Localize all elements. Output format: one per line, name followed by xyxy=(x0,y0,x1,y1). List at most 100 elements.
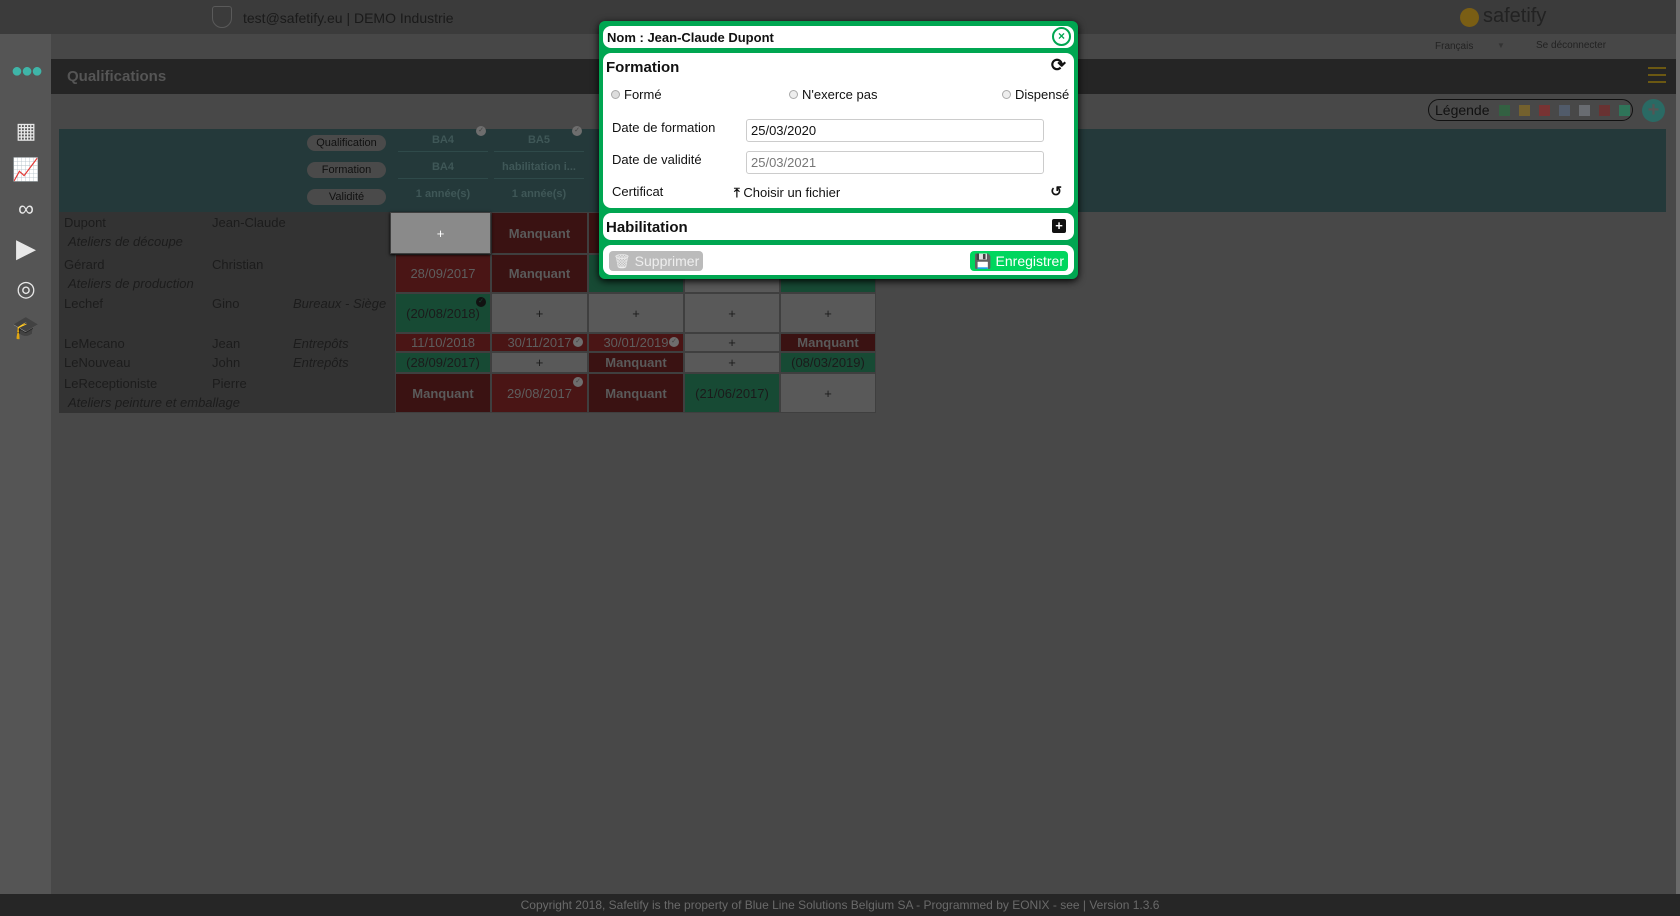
validite-label: Validité xyxy=(307,189,386,205)
radio-nexerce-pas[interactable]: N'exerce pas xyxy=(789,87,877,102)
date-formation-input[interactable]: 25/03/2020 xyxy=(746,119,1044,142)
shield-logo-icon xyxy=(212,6,232,28)
radio-dispense[interactable]: Dispensé xyxy=(1002,87,1069,102)
trash-icon: 🗑 xyxy=(613,253,631,269)
qualification-cell[interactable]: + xyxy=(390,212,491,254)
chevron-down-icon[interactable]: ▼ xyxy=(1497,41,1505,50)
qualification-cell[interactable]: + xyxy=(684,333,780,352)
formation-section: Formation ⟳ Formé N'exerce pas Dispensé … xyxy=(603,53,1074,208)
footer: Copyright 2018, Safetify is the property… xyxy=(0,894,1680,916)
hamburger-menu-icon[interactable] xyxy=(1648,67,1666,83)
formation-label: Formation xyxy=(307,162,386,178)
qualification-cell[interactable]: (20/08/2018) ✓ xyxy=(395,293,491,333)
qualification-cell[interactable]: Manquant xyxy=(491,212,588,254)
cell-value: 29/08/2017 xyxy=(506,385,573,401)
table-row: Dupont Jean-Claude Ateliers de découpe xyxy=(59,212,395,254)
language-select[interactable]: Français xyxy=(1435,41,1473,52)
binoculars-icon[interactable]: ∞ xyxy=(12,195,40,223)
row-last: LeMecano xyxy=(64,336,125,351)
scrollbar[interactable] xyxy=(1676,0,1680,894)
qualification-cell[interactable]: + xyxy=(684,352,780,373)
modal-title: Nom : Jean-Claude Dupont xyxy=(607,30,774,45)
column-qualification: BA5 xyxy=(494,130,584,152)
column-qualification: BA4 xyxy=(398,130,488,152)
history-icon[interactable]: ↺ xyxy=(1050,183,1062,200)
cell-value: Manquant xyxy=(797,335,859,350)
date-validite-input[interactable]: 25/03/2021 xyxy=(746,151,1044,174)
upload-file-button[interactable]: ⤒ Choisir un fichier xyxy=(734,185,840,201)
cell-value: + xyxy=(535,355,544,370)
cell-value: + xyxy=(436,225,445,241)
plus-square-icon[interactable]: + xyxy=(1052,219,1066,233)
qualification-cell[interactable]: 30/01/2019 ✓ xyxy=(588,333,684,352)
brand-logo-icon xyxy=(1460,8,1479,27)
save-button[interactable]: 💾 Enregistrer xyxy=(970,251,1068,271)
qualification-cell[interactable]: + xyxy=(588,293,684,333)
qualification-cell[interactable]: 29/08/2017 ✓ xyxy=(491,373,588,413)
column-validite: 1 année(s) xyxy=(415,188,471,200)
legend-swatch xyxy=(1598,104,1610,116)
qualification-cell[interactable]: + xyxy=(780,293,876,333)
qualification-modal: Nom : Jean-Claude Dupont × Formation ⟳ F… xyxy=(599,21,1078,279)
qualification-cell[interactable]: (21/06/2017) xyxy=(684,373,780,413)
row-first: Pierre xyxy=(212,376,247,391)
buildings-icon[interactable]: ▦ xyxy=(12,117,40,145)
legend-swatch xyxy=(1558,104,1570,116)
add-button[interactable]: + xyxy=(1642,99,1665,122)
row-last: Gérard xyxy=(64,257,105,272)
delete-button[interactable]: 🗑 Supprimer xyxy=(609,251,704,271)
qualification-cell[interactable]: + xyxy=(780,373,876,413)
cell-value: (08/03/2019) xyxy=(791,355,865,370)
formation-title: Formation xyxy=(606,59,680,76)
column-validite: 1 année(s) xyxy=(511,188,567,200)
qualification-cell[interactable]: Manquant xyxy=(395,373,491,413)
cell-value: Manquant xyxy=(412,385,474,401)
legend-swatch xyxy=(1578,104,1590,116)
refresh-icon[interactable]: ⟳ xyxy=(1051,55,1066,76)
row-last: Dupont xyxy=(64,215,106,230)
legend-swatch xyxy=(1498,104,1510,116)
graduation-cap-icon[interactable]: 🎓 xyxy=(12,314,40,342)
qualification-cell[interactable]: Manquant xyxy=(780,333,876,352)
more-icon[interactable]: ●●● xyxy=(11,57,43,85)
logout-link[interactable]: Se déconnecter xyxy=(1536,40,1606,51)
table-row: Gérard Christian Ateliers de production xyxy=(59,254,395,293)
legend-label: Légende xyxy=(1435,102,1490,118)
check-icon: ✓ xyxy=(476,297,486,307)
row-first: Jean xyxy=(212,336,241,351)
qualification-cell[interactable]: + xyxy=(684,293,780,333)
qualification-cell[interactable]: 28/09/2017 xyxy=(395,254,491,293)
column-formation: BA4 xyxy=(398,157,488,179)
cell-value: + xyxy=(728,355,736,370)
check-icon: ✓ xyxy=(573,337,583,347)
target-icon[interactable]: ◎ xyxy=(12,275,40,303)
qualification-cell[interactable]: + xyxy=(491,352,588,373)
qualification-cell[interactable]: 30/11/2017 ✓ xyxy=(491,333,588,352)
qualification-cell[interactable]: Manquant xyxy=(588,373,684,413)
qualification-cell[interactable]: (28/09/2017) xyxy=(395,352,491,373)
qualification-cell[interactable]: Manquant xyxy=(491,254,588,293)
chart-icon[interactable]: 📈 xyxy=(12,156,40,184)
qualification-cell[interactable]: + xyxy=(491,293,588,333)
legend: Légende xyxy=(1428,99,1633,121)
qualification-cell[interactable]: Manquant xyxy=(588,352,684,373)
legend-swatch xyxy=(1518,104,1530,116)
cell-value: Manquant xyxy=(508,266,571,281)
account-label: test@safetify.eu | DEMO Industrie xyxy=(243,10,454,26)
qualification-cell[interactable]: 11/10/2018 xyxy=(395,333,491,352)
row-dept: Ateliers de production xyxy=(68,276,194,291)
row-first: Christian xyxy=(212,257,264,272)
qualification-cell[interactable]: (08/03/2019) xyxy=(780,352,876,373)
column-formation: habilitation i... xyxy=(494,157,584,179)
table-row: LeReceptioniste Pierre Ateliers peinture e… xyxy=(59,373,395,413)
check-icon: ✓ xyxy=(476,126,486,136)
play-icon[interactable]: ▶ xyxy=(12,233,40,263)
row-location: Entrepôts xyxy=(293,355,349,370)
cell-value: Manquant xyxy=(508,225,571,241)
cell-value: 28/09/2017 xyxy=(410,266,476,281)
radio-forme[interactable]: Formé xyxy=(611,87,662,102)
cell-value: + xyxy=(535,305,544,321)
brand-logo: safetify xyxy=(1483,5,1547,27)
close-icon[interactable]: × xyxy=(1052,27,1071,46)
habilitation-section[interactable]: Habilitation + xyxy=(603,213,1074,240)
